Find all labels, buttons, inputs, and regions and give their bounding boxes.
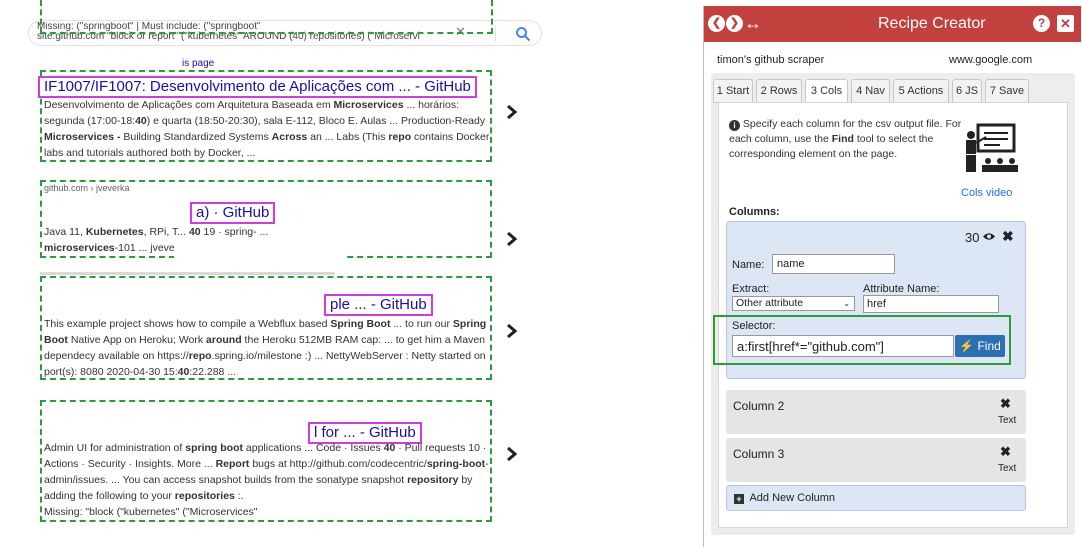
tab-start[interactable]: 1 Start bbox=[713, 79, 753, 103]
tab-save[interactable]: 7 Save bbox=[985, 79, 1029, 103]
back-icon[interactable]: ❮ bbox=[708, 15, 725, 32]
cols-video-link[interactable]: Cols video bbox=[961, 187, 1012, 199]
selection-highlight bbox=[40, 0, 493, 34]
teacher-icon bbox=[966, 123, 1018, 172]
recipe-name: timon's github scraper bbox=[717, 54, 825, 66]
column-name-input[interactable] bbox=[772, 254, 895, 274]
tab-rows[interactable]: 2 Rows bbox=[756, 79, 802, 103]
redaction bbox=[174, 240, 344, 258]
selector-highlight bbox=[713, 315, 1011, 365]
column-type: Text bbox=[998, 415, 1017, 426]
add-column-button[interactable]: + Add New Column bbox=[726, 485, 1026, 511]
tab-content: i Specify each column for the csv output… bbox=[713, 102, 1068, 528]
column-label: Column 2 bbox=[733, 399, 785, 413]
eye-icon[interactable] bbox=[982, 231, 996, 242]
close-icon[interactable]: ✕ bbox=[1057, 15, 1074, 32]
name-label: Name: bbox=[732, 259, 765, 271]
result-snippet: This example project shows how to compil… bbox=[44, 318, 487, 378]
panel-title: Recipe Creator bbox=[878, 15, 986, 32]
recipe-creator-panel: ❮ ❯ ↔ Recipe Creator ? ✕ timon's github … bbox=[703, 6, 1081, 547]
tab-js[interactable]: 6 JS bbox=[952, 79, 982, 103]
expand-icon[interactable]: ↔ bbox=[744, 13, 762, 33]
extract-select[interactable]: Other attribute ⌄ bbox=[732, 296, 855, 311]
add-column-label: Add New Column bbox=[749, 492, 836, 504]
result-item: ple ... - GitHub This example project sh… bbox=[40, 276, 492, 380]
result-item: github.com › jveverka a) · GitHub Java 1… bbox=[40, 180, 492, 258]
result-snippet: Desenvolvimento de Aplicações com Arquit… bbox=[44, 99, 490, 159]
attribute-name-label: Attribute Name: bbox=[863, 283, 940, 295]
result-title[interactable]: IF1007/IF1007: Desenvolvimento de Aplica… bbox=[38, 76, 477, 98]
column-label: Column 3 bbox=[733, 447, 785, 461]
plus-icon: + bbox=[734, 494, 744, 504]
info-text: i Specify each column for the csv output… bbox=[729, 117, 963, 162]
column-2-row[interactable]: Column 2 ✖ Text bbox=[726, 390, 1026, 434]
search-icon[interactable] bbox=[515, 26, 531, 42]
tab-actions[interactable]: 5 Actions bbox=[893, 79, 949, 103]
chevron-right-icon[interactable] bbox=[506, 105, 518, 119]
recipe-site: www.google.com bbox=[949, 54, 1033, 66]
result-sublink[interactable]: is page bbox=[182, 58, 214, 69]
info-message: Specify each column for the csv output f… bbox=[729, 118, 962, 160]
extract-select-value: Other attribute bbox=[736, 297, 804, 309]
info-icon: i bbox=[729, 120, 740, 131]
result-url: github.com › jveverka bbox=[44, 183, 130, 193]
chevron-right-icon[interactable] bbox=[506, 324, 518, 338]
panel-header: ❮ ❯ ↔ Recipe Creator ? ✕ bbox=[704, 6, 1081, 42]
delete-column-icon[interactable]: ✖ bbox=[1000, 444, 1011, 460]
search-divider bbox=[495, 25, 496, 42]
separator bbox=[40, 272, 335, 275]
columns-label: Columns: bbox=[729, 206, 780, 218]
result-title[interactable]: ple ... - GitHub bbox=[324, 294, 433, 316]
result-item: l for ... - GitHub Admin UI for administ… bbox=[40, 400, 492, 522]
delete-column-icon[interactable]: ✖ bbox=[1002, 228, 1014, 245]
result-title[interactable]: a) · GitHub bbox=[190, 202, 276, 224]
chevron-down-icon: ⌄ bbox=[843, 299, 850, 308]
column-3-row[interactable]: Column 3 ✖ Text bbox=[726, 438, 1026, 482]
column-1-editor: 30 ✖ Name: Extract: Attribute Name: Othe… bbox=[713, 221, 1026, 379]
result-item: IF1007/IF1007: Desenvolvimento de Aplica… bbox=[38, 70, 492, 162]
help-icon[interactable]: ? bbox=[1033, 15, 1050, 32]
attribute-name-input[interactable] bbox=[863, 295, 999, 313]
tab-cols[interactable]: 3 Cols bbox=[805, 79, 848, 103]
chevron-right-icon[interactable] bbox=[506, 447, 518, 461]
forward-icon[interactable]: ❯ bbox=[726, 15, 743, 32]
column-type: Text bbox=[998, 463, 1017, 474]
extract-label: Extract: bbox=[732, 283, 770, 295]
result-snippet: Admin UI for administration of spring bo… bbox=[44, 442, 489, 518]
delete-column-icon[interactable]: ✖ bbox=[1000, 396, 1011, 412]
search-results-area: Missing: ("springboot" | Must include: (… bbox=[0, 0, 700, 547]
tab-nav[interactable]: 4 Nav bbox=[851, 79, 890, 103]
column-count: 30 bbox=[965, 230, 980, 245]
tab-container: 1 Start 2 Rows 3 Cols 4 Nav 5 Actions 6 … bbox=[711, 73, 1075, 535]
chevron-right-icon[interactable] bbox=[506, 232, 518, 246]
